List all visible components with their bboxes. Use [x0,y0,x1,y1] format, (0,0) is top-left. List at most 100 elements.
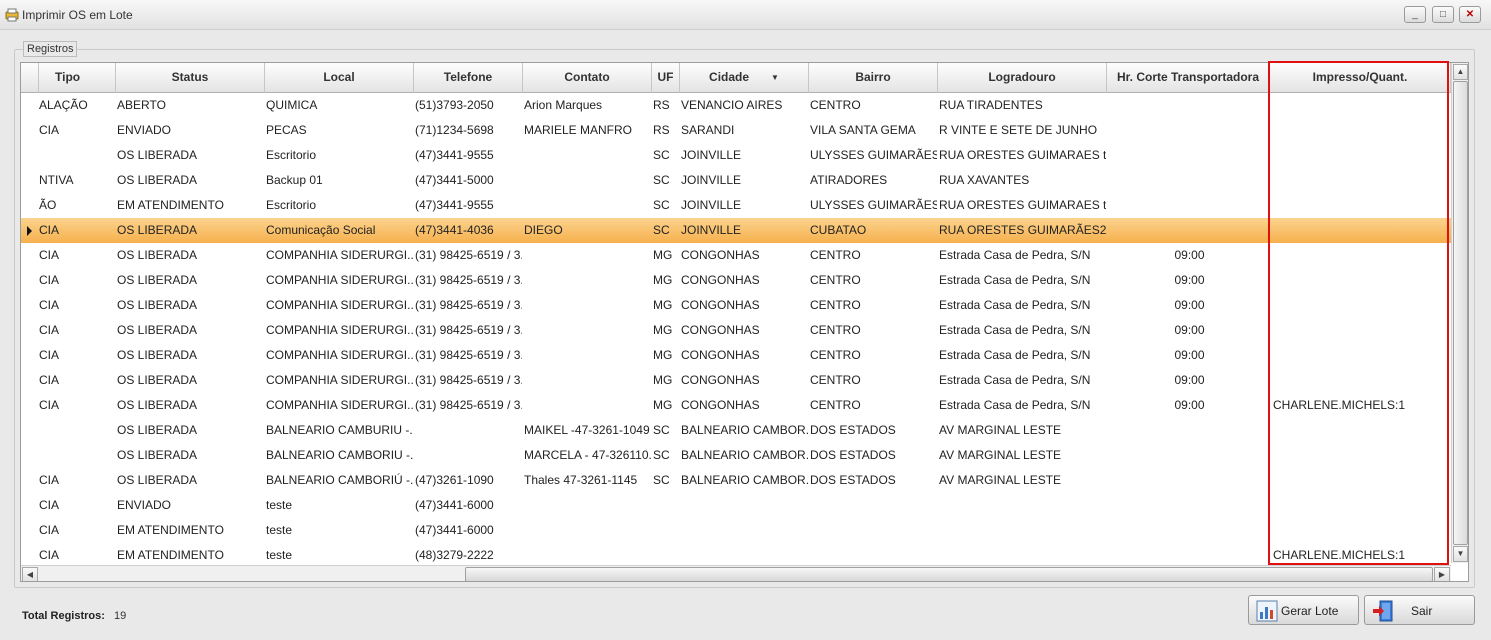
cell-hr-corte [1157,468,1222,493]
cell-local: Backup 01 [266,173,323,187]
cell-bairro: VILA SANTA GEMA [810,123,916,137]
table-row[interactable]: CIA OS LIBERADA COMPANHIA SIDERURGI... (31)… [21,393,1451,418]
column-header-cidade[interactable]: Cidade ▼ [680,63,809,93]
column-header-logradouro[interactable]: Logradouro [938,63,1107,93]
sair-label: Sair [1411,604,1433,618]
exit-door-icon [1373,600,1393,622]
cell-telefone: (31) 98425-6519 / 3... [415,323,522,337]
cell-local: teste [266,498,293,512]
cell-status: OS LIBERADA [117,473,198,487]
cell-hr-corte [1157,93,1222,118]
table-row[interactable]: CIA OS LIBERADA COMPANHIA SIDERURGI... (31)… [21,243,1451,268]
cell-contato [524,343,651,368]
cell-uf: RS [653,123,670,137]
cell-contato [524,168,651,193]
scroll-down-button[interactable]: ▼ [1453,546,1468,562]
sair-button[interactable]: Sair [1364,595,1475,625]
column-header-label: Tipo [55,70,81,84]
column-header-uf[interactable]: UF [652,63,680,93]
horizontal-scrollbar[interactable]: ◀ ▶ [21,565,1451,581]
cell-status: OS LIBERADA [117,348,198,362]
table-row[interactable]: CIA OS LIBERADA COMPANHIA SIDERURGI... (31)… [21,343,1451,368]
table-row[interactable]: OS LIBERADA Escritorio (47)3441-9555 SC JOIN… [21,143,1451,168]
column-header-contato[interactable]: Contato [523,63,652,93]
cell-logradouro: AV MARGINAL LESTE [939,473,1062,487]
cell-hr-corte: 09:00 [1174,298,1205,312]
vertical-scrollbar[interactable]: ▲ ▼ [1451,63,1468,563]
cell-cidade: JOINVILLE [681,223,742,237]
table-row[interactable]: ÃO EM ATENDIMENTO Escritorio (47)3441-9555 S… [21,193,1451,218]
table-row[interactable]: CIA ENVIADO PECAS (71)1234-5698 MARIELE MANF… [21,118,1451,143]
app-icon [5,8,19,22]
table-row[interactable]: CIA OS LIBERADA BALNEARIO CAMBORIÚ -... (47… [21,468,1451,493]
table-row[interactable]: CIA OS LIBERADA COMPANHIA SIDERURGI... (31)… [21,318,1451,343]
table-row[interactable]: CIA OS LIBERADA COMPANHIA SIDERURGI... (31)… [21,268,1451,293]
cell-tipo [39,418,114,443]
cell-contato [524,243,651,268]
table-row[interactable]: NTIVA OS LIBERADA Backup 01 (47)3441-5000 SC… [21,168,1451,193]
scroll-right-button[interactable]: ▶ [1434,567,1450,581]
cell-contato: MARIELE MANFRO [524,123,633,137]
cell-logradouro: Estrada Casa de Pedra, S/N [939,348,1091,362]
table-row[interactable]: CIA OS LIBERADA COMPANHIA SIDERURGI... (31)… [21,293,1451,318]
cell-hr-corte [1157,118,1222,143]
cell-telefone: (31) 98425-6519 / 3... [415,298,522,312]
cell-cidade: BALNEARIO CAMBOR... [681,448,808,462]
cell-status: OS LIBERADA [117,273,198,287]
table-row[interactable]: ALAÇÃO ABERTO QUIMICA (51)3793-2050 Arion Ma… [21,93,1451,118]
cell-logradouro: Estrada Casa de Pedra, S/N [939,248,1091,262]
column-header-tipo[interactable]: Tipo [39,63,116,93]
cell-uf: MG [653,323,673,337]
cell-cidade: CONGONHAS [681,298,760,312]
table-row[interactable]: OS LIBERADA BALNEARIO CAMBORIU -... MARCEL… [21,443,1451,468]
cell-hr-corte: 09:00 [1174,248,1205,262]
cell-logradouro: RUA ORESTES GUIMARÃES2 [939,223,1106,237]
cell-telefone: (31) 98425-6519 / 3... [415,248,522,262]
close-button[interactable]: ✕ [1459,6,1481,23]
cell-logradouro: Estrada Casa de Pedra, S/N [939,398,1091,412]
records-grid[interactable]: Tipo Status Local Telefone Contato UF Cidade ▼ B… [20,62,1469,582]
table-row[interactable]: CIA OS LIBERADA COMPANHIA SIDERURGI... (31)… [21,368,1451,393]
column-header-status[interactable]: Status [116,63,265,93]
table-row[interactable]: CIA OS LIBERADA Comunicação Social (47)3441… [21,218,1451,243]
cell-logradouro: Estrada Casa de Pedra, S/N [939,298,1091,312]
cell-uf: SC [653,448,670,462]
table-row[interactable]: OS LIBERADA BALNEARIO CAMBURIU -... MAIKEL… [21,418,1451,443]
table-row[interactable]: CIA ENVIADO teste (47)3441-6000 [21,493,1451,518]
sort-desc-icon: ▼ [771,73,779,82]
cell-contato [524,393,651,418]
cell-logradouro: RUA XAVANTES [939,173,1030,187]
column-header-hr-corte[interactable]: Hr. Corte Transportadora [1107,63,1270,93]
cell-tipo: CIA [39,248,60,262]
cell-telefone: (31) 98425-6519 / 3... [415,273,522,287]
column-header-local[interactable]: Local [265,63,414,93]
column-header-telefone[interactable]: Telefone [414,63,523,93]
scroll-left-button[interactable]: ◀ [22,567,38,581]
cell-local: COMPANHIA SIDERURGI... [266,348,413,362]
maximize-button[interactable]: □ [1432,6,1454,23]
scroll-up-button[interactable]: ▲ [1453,64,1468,80]
cell-tipo: CIA [39,298,60,312]
minimize-button[interactable]: _ [1404,6,1426,23]
cell-cidade: SARANDI [681,123,735,137]
cell-logradouro [939,518,1106,543]
vertical-scroll-thumb[interactable] [1453,81,1468,545]
cell-cidade: VENANCIO AIRES [681,98,783,112]
column-header-label: Local [323,70,355,84]
gerar-lote-button[interactable]: Gerar Lote [1248,595,1359,625]
cell-cidade: BALNEARIO CAMBOR... [681,423,808,437]
cell-tipo: CIA [39,223,60,237]
table-row[interactable]: CIA EM ATENDIMENTO teste (47)3441-6000 [21,518,1451,543]
cell-uf: SC [653,473,670,487]
cell-tipo: CIA [39,498,60,512]
chart-icon [1256,600,1278,622]
cell-contato: DIEGO [524,223,563,237]
column-header-bairro[interactable]: Bairro [809,63,938,93]
cell-status: OS LIBERADA [117,298,198,312]
cell-local: BALNEARIO CAMBORIU -... [266,448,413,462]
cell-uf: MG [653,373,673,387]
cell-bairro: ULYSSES GUIMARÃES [810,148,937,162]
cell-logradouro: Estrada Casa de Pedra, S/N [939,323,1091,337]
cell-cidade: CONGONHAS [681,248,760,262]
horizontal-scroll-thumb[interactable] [465,567,1433,581]
